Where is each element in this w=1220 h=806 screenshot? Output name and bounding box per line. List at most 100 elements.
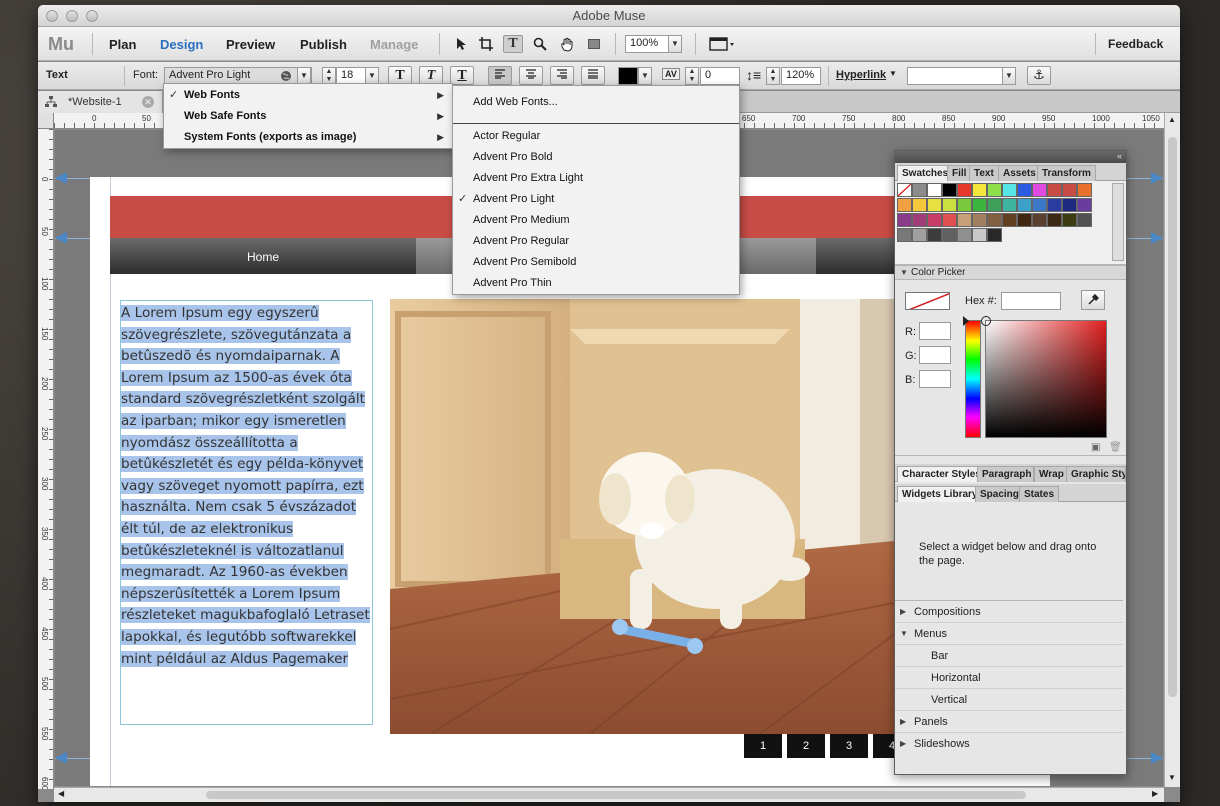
rectangle-tool-icon[interactable] bbox=[584, 35, 604, 53]
color-swatch[interactable] bbox=[942, 228, 957, 242]
scroll-up-icon[interactable]: ▲ bbox=[1168, 115, 1176, 124]
menu-item-system-fonts[interactable]: System Fonts (exports as image) ▶ bbox=[164, 127, 452, 148]
color-swatch[interactable] bbox=[957, 183, 972, 197]
hyperlink-arrow-icon[interactable]: ▼ bbox=[889, 69, 897, 78]
zoom-level-field[interactable]: 100% bbox=[625, 35, 669, 53]
feedback-link[interactable]: Feedback bbox=[1108, 37, 1163, 51]
g-input[interactable] bbox=[919, 346, 951, 364]
color-swatch[interactable] bbox=[1017, 198, 1032, 212]
scroll-down-icon[interactable]: ▼ bbox=[1168, 773, 1176, 782]
collapse-panel-icon[interactable]: « bbox=[1117, 151, 1122, 162]
underline-button[interactable]: T bbox=[450, 66, 474, 85]
color-swatch[interactable] bbox=[897, 213, 912, 227]
menu-item-web-fonts[interactable]: ✓ Web Fonts ▶ bbox=[164, 85, 452, 106]
color-swatch[interactable] bbox=[1032, 213, 1047, 227]
current-color-swatch[interactable] bbox=[905, 292, 950, 310]
nav-manage[interactable]: Manage bbox=[370, 37, 418, 52]
color-swatch[interactable] bbox=[987, 198, 1002, 212]
guide-marker-icon[interactable] bbox=[55, 172, 67, 184]
b-input[interactable] bbox=[919, 370, 951, 388]
hyperlink-label[interactable]: Hyperlink bbox=[836, 69, 886, 81]
widget-item-horizontal[interactable]: Horizontal bbox=[895, 667, 1123, 689]
body-text-frame[interactable]: A Lorem Ipsum egy egyszerû szövegrészlet… bbox=[120, 300, 373, 725]
color-swatch[interactable] bbox=[1032, 183, 1047, 197]
r-input[interactable] bbox=[919, 322, 951, 340]
color-swatch[interactable] bbox=[1077, 213, 1092, 227]
nav-preview[interactable]: Preview bbox=[226, 37, 275, 52]
pager-button-1[interactable]: 1 bbox=[744, 734, 782, 758]
color-swatch[interactable] bbox=[1062, 213, 1077, 227]
color-swatch[interactable] bbox=[1002, 198, 1017, 212]
panel-header[interactable]: « bbox=[895, 151, 1126, 163]
vertical-scroll-thumb[interactable] bbox=[1168, 137, 1177, 697]
color-swatch[interactable] bbox=[912, 198, 927, 212]
color-swatch[interactable] bbox=[1002, 213, 1017, 227]
widget-group-compositions[interactable]: ▶ Compositions bbox=[895, 601, 1123, 623]
puppy-photo[interactable] bbox=[390, 299, 915, 734]
color-swatch[interactable] bbox=[927, 228, 942, 242]
nav-plan[interactable]: Plan bbox=[109, 37, 136, 52]
color-swatch[interactable] bbox=[912, 183, 927, 197]
color-swatch[interactable] bbox=[1047, 198, 1062, 212]
pager-button-2[interactable]: 2 bbox=[787, 734, 825, 758]
color-swatch[interactable] bbox=[912, 213, 927, 227]
close-tab-icon[interactable]: ✕ bbox=[142, 96, 154, 108]
tab-wrap[interactable]: Wrap bbox=[1034, 466, 1069, 482]
tab-spacing[interactable]: Spacing bbox=[975, 486, 1024, 502]
color-swatch[interactable] bbox=[1077, 198, 1092, 212]
text-color-dropdown-icon[interactable]: ▼ bbox=[638, 67, 652, 85]
text-tool-icon[interactable]: T bbox=[503, 35, 523, 53]
tracking-field[interactable]: 0 bbox=[700, 67, 740, 85]
widget-item-bar[interactable]: Bar bbox=[895, 645, 1123, 667]
hyperlink-dropdown-icon[interactable]: ▼ bbox=[1002, 67, 1016, 85]
color-swatch[interactable] bbox=[912, 228, 927, 242]
align-center-icon[interactable] bbox=[519, 66, 543, 85]
zoom-window-button[interactable] bbox=[86, 10, 98, 22]
minimize-window-button[interactable] bbox=[66, 10, 78, 22]
hyperlink-field[interactable] bbox=[907, 67, 1003, 85]
font-item-advent-pro-medium[interactable]: Advent Pro Medium bbox=[453, 210, 739, 231]
zoom-dropdown-icon[interactable]: ▼ bbox=[668, 35, 682, 53]
hue-slider-handle-icon[interactable] bbox=[963, 316, 969, 326]
guide-marker-icon[interactable] bbox=[1151, 172, 1163, 184]
crop-tool-icon[interactable] bbox=[476, 35, 496, 53]
color-swatch[interactable] bbox=[1062, 183, 1077, 197]
eyedropper-icon[interactable] bbox=[1081, 290, 1105, 310]
color-swatch[interactable] bbox=[957, 198, 972, 212]
scroll-right-icon[interactable]: ▶ bbox=[1152, 789, 1158, 798]
new-swatch-icon[interactable]: ▣ bbox=[1091, 442, 1100, 453]
color-swatch[interactable] bbox=[957, 228, 972, 242]
guide-marker-icon[interactable] bbox=[1151, 752, 1163, 764]
color-swatch[interactable] bbox=[1047, 183, 1062, 197]
swatch-scrollbar[interactable] bbox=[1112, 183, 1124, 261]
tab-widgets-library[interactable]: Widgets Library bbox=[897, 486, 983, 502]
pager-button-3[interactable]: 3 bbox=[830, 734, 868, 758]
color-swatch[interactable] bbox=[972, 228, 987, 242]
saturation-field[interactable] bbox=[985, 320, 1107, 438]
tab-fill[interactable]: Fill bbox=[947, 165, 972, 181]
trash-icon[interactable]: 🗑 bbox=[1109, 442, 1122, 453]
color-swatch[interactable] bbox=[1017, 213, 1032, 227]
align-right-icon[interactable] bbox=[550, 66, 574, 85]
color-swatch[interactable] bbox=[987, 228, 1002, 242]
widget-group-menus[interactable]: ▼ Menus bbox=[895, 623, 1123, 645]
font-item-advent-pro-bold[interactable]: Advent Pro Bold bbox=[453, 147, 739, 168]
zoom-tool-icon[interactable] bbox=[530, 35, 550, 53]
vertical-scrollbar[interactable]: ▲ ▼ bbox=[1164, 113, 1180, 787]
hand-tool-icon[interactable] bbox=[557, 35, 577, 53]
font-item-advent-pro-extra-light[interactable]: Advent Pro Extra Light bbox=[453, 168, 739, 189]
color-swatch[interactable] bbox=[897, 198, 912, 212]
leading-stepper-icon[interactable]: ▲ ▼ bbox=[766, 67, 780, 85]
document-tab[interactable]: *Website-1 ✕ bbox=[38, 91, 163, 113]
tab-swatches[interactable]: Swatches bbox=[897, 165, 954, 181]
color-swatch[interactable] bbox=[987, 183, 1002, 197]
color-picker-header[interactable]: ▼ Color Picker bbox=[895, 265, 1126, 280]
tab-states[interactable]: States bbox=[1019, 486, 1060, 502]
tab-paragraph-styles[interactable]: Paragraph S bbox=[977, 466, 1034, 482]
tracking-stepper-icon[interactable]: ▲ ▼ bbox=[685, 67, 699, 85]
color-swatch[interactable] bbox=[927, 213, 942, 227]
horizontal-scroll-thumb[interactable] bbox=[206, 791, 1026, 799]
color-swatch[interactable] bbox=[957, 213, 972, 227]
menu-item-add-web-fonts[interactable]: Add Web Fonts... bbox=[453, 92, 739, 113]
site-menu-home[interactable]: Home bbox=[110, 238, 416, 274]
